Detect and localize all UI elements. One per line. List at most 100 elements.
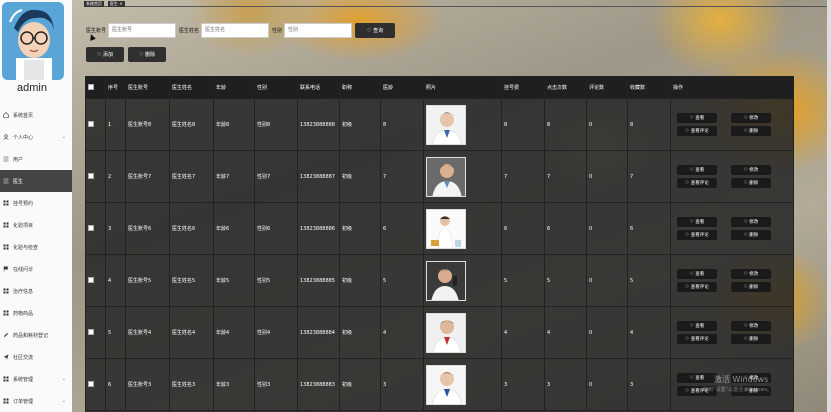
row-delete-button[interactable]: ♡ 删除: [731, 230, 771, 240]
view-comments-button[interactable]: ♡ 查看评论: [677, 126, 717, 136]
sidebar-item-label: 化验与检查: [13, 244, 39, 251]
sidebar-item-drug-register[interactable]: 药品和耗材登记: [0, 324, 72, 346]
sidebar-item-registration[interactable]: 挂号预约: [0, 192, 72, 214]
sidebar-item-profile[interactable]: 个人中心 ⌄: [0, 126, 72, 148]
col-age: 年龄: [213, 76, 255, 99]
sidebar-item-label: 药物商品: [13, 310, 34, 317]
row-checkbox[interactable]: [88, 224, 94, 231]
chevron-down-icon: ⌄: [61, 376, 66, 382]
row-checkbox[interactable]: [88, 276, 94, 283]
sidebar-item-consult[interactable]: 在线问诊: [0, 258, 72, 280]
cell-comments: 0: [586, 150, 628, 203]
row-checkbox[interactable]: [88, 172, 94, 179]
sidebar-item-community[interactable]: 社区交流: [0, 346, 72, 368]
view-button[interactable]: ♡ 查看: [677, 113, 717, 123]
avatar[interactable]: [2, 2, 64, 80]
sidebar-item-lab-items[interactable]: 化验项目: [0, 214, 72, 236]
sidebar-item-treatment[interactable]: 治疗信息: [0, 280, 72, 302]
table-row: 3 医生账号6 医生姓名6 年龄6 性别6 13823888886 初级 6 6…: [85, 202, 794, 255]
cell-index: 5: [105, 306, 126, 359]
cell-name: 医生姓名3: [169, 358, 214, 411]
view-button[interactable]: ♡ 查看: [677, 165, 717, 175]
cell-clicks: 4: [544, 306, 587, 359]
edit-button[interactable]: ♡ 修改: [731, 217, 771, 227]
edit-button[interactable]: ♡ 修改: [731, 113, 771, 123]
activation-watermark-hint: 转到“设置”以激活 Windows。: [703, 387, 773, 393]
cell-fee: 8: [501, 98, 545, 151]
view-comments-button[interactable]: ♡ 查看评论: [677, 282, 717, 292]
row-delete-button[interactable]: ♡ 删除: [731, 334, 771, 344]
search-button[interactable]: ♡ 查询: [355, 22, 396, 38]
row-checkbox[interactable]: [88, 120, 94, 127]
gender-input[interactable]: [284, 22, 353, 38]
cell-account: 医生账号5: [125, 254, 170, 307]
page-scrollbar[interactable]: [827, 0, 831, 412]
breadcrumb-doctors-tab[interactable]: 医生 ×: [107, 1, 125, 7]
sidebar-item-orders[interactable]: 订单管理 ⌄: [0, 390, 72, 412]
doctor-name-input[interactable]: [201, 22, 270, 38]
add-button[interactable]: ♡ 添加: [86, 47, 124, 62]
row-checkbox[interactable]: [88, 328, 94, 335]
view-comments-button[interactable]: ♡ 查看评论: [677, 178, 717, 188]
col-clicks: 点击次数: [544, 76, 587, 99]
cell-years: 7: [380, 150, 424, 203]
edit-button[interactable]: ♡ 修改: [731, 321, 771, 331]
sidebar-item-label: 系统首页: [13, 112, 34, 119]
select-all-checkbox[interactable]: [88, 83, 94, 90]
table-header-row: 序号 医生账号 医生姓名 年龄 性别 联系电话 职称 医龄 照片 挂号费 点击次…: [85, 76, 794, 99]
cell-title: 初级: [339, 150, 381, 203]
cell-fee: 3: [501, 358, 545, 411]
view-comments-button[interactable]: ♡ 查看评论: [677, 334, 717, 344]
col-years: 医龄: [380, 76, 424, 99]
cell-operations: ♡ 查看 ♡ 修改 ♡ 查看评论 ♡ 删除: [670, 150, 794, 203]
cell-title: 初级: [339, 254, 381, 307]
breadcrumb-home[interactable]: 系统首页: [84, 1, 104, 7]
cell-comments: 0: [586, 254, 628, 307]
cell-fee: 6: [501, 202, 545, 255]
breadcrumb: 系统首页 医生 ×: [84, 0, 831, 7]
edit-button[interactable]: ♡ 修改: [731, 165, 771, 175]
sidebar-item-users[interactable]: 用户: [0, 148, 72, 170]
row-checkbox[interactable]: [88, 380, 94, 387]
doctor-account-input[interactable]: [108, 22, 177, 38]
cell-comments: 0: [586, 358, 628, 411]
sidebar-item-system[interactable]: 系统管理 ⌄: [0, 368, 72, 390]
view-comments-button[interactable]: ♡ 查看评论: [677, 230, 717, 240]
col-phone: 联系电话: [297, 76, 340, 99]
grid-icon: [3, 376, 9, 382]
cell-favorites: 5: [627, 254, 671, 307]
edit-button[interactable]: ♡ 修改: [731, 269, 771, 279]
cell-favorites: 3: [627, 358, 671, 411]
row-delete-button[interactable]: ♡ 删除: [731, 282, 771, 292]
row-delete-button[interactable]: ♡ 删除: [731, 178, 771, 188]
view-button[interactable]: ♡ 查看: [677, 373, 717, 383]
sidebar-item-label: 在线问诊: [13, 266, 34, 273]
search-label-gender: 性别: [272, 27, 283, 34]
cell-fee: 5: [501, 254, 545, 307]
doctor-photo: [426, 208, 466, 249]
cell-years: 8: [380, 98, 424, 151]
view-button[interactable]: ♡ 查看: [677, 269, 717, 279]
sidebar-item-home[interactable]: 系统首页: [0, 104, 72, 126]
sidebar-item-label: 订单管理: [13, 398, 34, 405]
col-gender: 性别: [254, 76, 298, 99]
delete-button[interactable]: ♡ 删除: [128, 47, 166, 62]
view-button[interactable]: ♡ 查看: [677, 217, 717, 227]
chevron-down-icon: ⌄: [61, 398, 66, 404]
doctor-table: 序号 医生账号 医生姓名 年龄 性别 联系电话 职称 医龄 照片 挂号费 点击次…: [85, 76, 794, 412]
cell-favorites: 7: [627, 150, 671, 203]
cell-index: 2: [105, 150, 126, 203]
cell-phone: 13823888886: [297, 202, 340, 255]
view-button[interactable]: ♡ 查看: [677, 321, 717, 331]
table-row: 4 医生账号5 医生姓名5 年龄5 性别5 13823888885 初级 5 5…: [85, 254, 794, 307]
sidebar-item-doctors[interactable]: 医生: [0, 170, 72, 192]
row-delete-button[interactable]: ♡ 删除: [731, 126, 771, 136]
sidebar-item-drugs[interactable]: 药物商品: [0, 302, 72, 324]
home-icon: [3, 112, 9, 118]
cell-operations: ♡ 查看 ♡ 修改 ♡ 查看评论 ♡ 删除: [670, 306, 794, 359]
sidebar-item-lab-checks[interactable]: 化验与检查: [0, 236, 72, 258]
activation-watermark: 激活 Windows: [714, 375, 769, 384]
col-fee: 挂号费: [501, 76, 545, 99]
cell-title: 初级: [339, 98, 381, 151]
table-row: 1 医生账号8 医生姓名8 年龄8 性别8 13823888888 初级 8 8…: [85, 98, 794, 151]
